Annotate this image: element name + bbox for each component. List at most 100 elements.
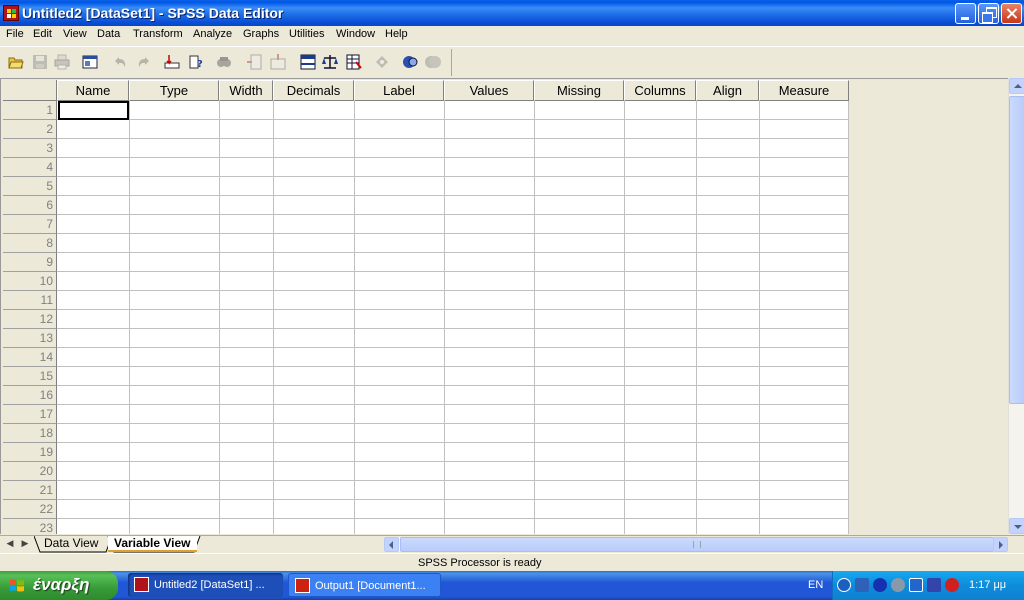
col-header-values[interactable]: Values xyxy=(444,80,534,101)
row-header[interactable]: 7 xyxy=(3,215,57,234)
row-header[interactable]: 17 xyxy=(3,405,57,424)
security-shield-icon[interactable] xyxy=(945,578,959,592)
menu-help[interactable]: Help xyxy=(385,28,408,40)
spss-app-icon[interactable] xyxy=(3,5,19,21)
taskbar-item-data-editor[interactable]: Untitled2 [DataSet1] ... xyxy=(128,573,283,597)
tray-keyboard-icon[interactable] xyxy=(855,578,869,592)
row-header[interactable]: 2 xyxy=(3,120,57,139)
tray-drive-icon[interactable] xyxy=(927,578,941,592)
split-file-icon[interactable] xyxy=(300,54,316,70)
vertical-scrollbar[interactable] xyxy=(1008,78,1024,534)
active-cell[interactable] xyxy=(58,101,129,120)
row-header[interactable]: 20 xyxy=(3,462,57,481)
row-header[interactable]: 18 xyxy=(3,424,57,443)
row-header[interactable]: 13 xyxy=(3,329,57,348)
scroll-down-button[interactable] xyxy=(1009,518,1024,534)
network-icon[interactable] xyxy=(909,578,923,592)
windows-logo-icon xyxy=(10,579,24,592)
horizontal-scroll-thumb[interactable] xyxy=(400,537,994,552)
value-labels-icon[interactable] xyxy=(374,54,390,70)
row-header[interactable]: 11 xyxy=(3,291,57,310)
row-header[interactable]: 5 xyxy=(3,177,57,196)
show-all-icon[interactable] xyxy=(425,54,441,70)
print-icon[interactable] xyxy=(54,54,70,70)
find-icon[interactable] xyxy=(216,54,232,70)
tray-expand-icon[interactable] xyxy=(837,578,851,592)
menu-file[interactable]: File xyxy=(6,28,24,40)
horizontal-scrollbar[interactable] xyxy=(384,537,1008,552)
scroll-right-button[interactable] xyxy=(993,537,1008,552)
svg-text:?: ? xyxy=(197,59,203,70)
menu-data[interactable]: Data xyxy=(97,28,120,40)
spss-window: Untitled2 [DataSet1] - SPSS Data Editor … xyxy=(0,0,1024,600)
col-header-type[interactable]: Type xyxy=(129,80,219,101)
col-header-align[interactable]: Align xyxy=(696,80,759,101)
status-text: SPSS Processor is ready xyxy=(418,557,542,569)
col-header-measure[interactable]: Measure xyxy=(759,80,849,101)
minimize-button[interactable] xyxy=(955,3,976,24)
col-header-decimals[interactable]: Decimals xyxy=(273,80,354,101)
dialog-recall-icon[interactable] xyxy=(82,54,98,70)
open-icon[interactable] xyxy=(8,54,24,70)
tab-scroll-left-icon[interactable]: ◀ xyxy=(3,537,17,551)
menu-window[interactable]: Window xyxy=(336,28,375,40)
menu-edit[interactable]: Edit xyxy=(33,28,52,40)
variables-icon[interactable]: ? xyxy=(188,54,204,70)
toolbar: ? xyxy=(0,46,1024,77)
weight-cases-icon[interactable] xyxy=(322,54,338,70)
insert-variable-icon[interactable] xyxy=(270,54,286,70)
grid-empty-area xyxy=(849,80,1008,534)
row-header[interactable]: 19 xyxy=(3,443,57,462)
save-icon[interactable] xyxy=(32,54,48,70)
tab-scroll-right-icon[interactable]: ▶ xyxy=(18,537,32,551)
close-button[interactable] xyxy=(1001,3,1022,24)
scroll-left-button[interactable] xyxy=(384,537,399,552)
insert-cases-icon[interactable] xyxy=(246,54,262,70)
tray-app-icon[interactable] xyxy=(891,578,905,592)
row-header[interactable]: 10 xyxy=(3,272,57,291)
variable-grid: Name Type Width Decimals Label Values Mi… xyxy=(0,78,1008,534)
row-header[interactable]: 9 xyxy=(3,253,57,272)
menu-analyze[interactable]: Analyze xyxy=(193,28,232,40)
row-header[interactable]: 21 xyxy=(3,481,57,500)
row-header[interactable]: 23 xyxy=(3,519,57,534)
row-header[interactable]: 22 xyxy=(3,500,57,519)
select-cases-icon[interactable] xyxy=(346,54,362,70)
restore-button[interactable] xyxy=(978,3,999,24)
taskbar-item-output[interactable]: Output1 [Document1... xyxy=(288,573,441,597)
row-header[interactable]: 1 xyxy=(3,101,57,120)
col-header-width[interactable]: Width xyxy=(219,80,273,101)
grid-corner[interactable] xyxy=(3,80,57,101)
menu-transform[interactable]: Transform xyxy=(133,28,183,40)
bluetooth-icon[interactable] xyxy=(873,578,887,592)
row-header[interactable]: 12 xyxy=(3,310,57,329)
language-indicator[interactable]: EN xyxy=(808,579,823,591)
tab-variable-view[interactable]: Variable View xyxy=(108,536,197,552)
menu-graphs[interactable]: Graphs xyxy=(243,28,279,40)
row-header[interactable]: 3 xyxy=(3,139,57,158)
menu-view[interactable]: View xyxy=(63,28,87,40)
taskbar-item-label: Output1 [Document1... xyxy=(315,580,426,592)
row-header[interactable]: 16 xyxy=(3,386,57,405)
tab-data-view[interactable]: Data View xyxy=(38,536,104,552)
col-header-columns[interactable]: Columns xyxy=(624,80,696,101)
goto-case-icon[interactable] xyxy=(164,54,180,70)
row-header[interactable]: 4 xyxy=(3,158,57,177)
col-header-label[interactable]: Label xyxy=(354,80,444,101)
row-header[interactable]: 6 xyxy=(3,196,57,215)
taskbar-item-label: Untitled2 [DataSet1] ... xyxy=(154,579,265,591)
menu-utilities[interactable]: Utilities xyxy=(289,28,324,40)
col-header-name[interactable]: Name xyxy=(57,80,129,101)
redo-icon[interactable] xyxy=(136,54,152,70)
col-header-missing[interactable]: Missing xyxy=(534,80,624,101)
row-header[interactable]: 8 xyxy=(3,234,57,253)
grid-cells[interactable] xyxy=(57,101,849,534)
undo-icon[interactable] xyxy=(112,54,128,70)
scroll-up-button[interactable] xyxy=(1009,78,1024,94)
row-header[interactable]: 14 xyxy=(3,348,57,367)
start-button[interactable]: έναρξη xyxy=(0,571,118,600)
clock[interactable]: 1:17 μμ xyxy=(969,579,1006,591)
vertical-scroll-thumb[interactable] xyxy=(1009,96,1024,404)
row-header[interactable]: 15 xyxy=(3,367,57,386)
use-sets-icon[interactable] xyxy=(402,54,418,70)
